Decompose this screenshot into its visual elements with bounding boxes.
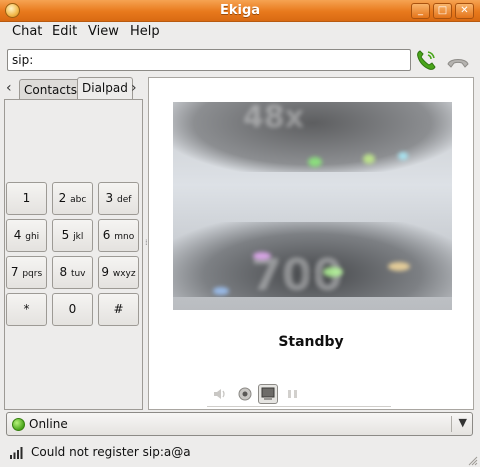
phone-hangup-icon[interactable] xyxy=(446,50,470,72)
dialpad-key-1[interactable]: 1 xyxy=(6,182,47,215)
video-panel: 48x 700 Standby xyxy=(148,77,474,410)
dialpad-key-9[interactable]: 9 wxyz xyxy=(98,256,139,289)
online-status-icon xyxy=(12,418,25,431)
roster-tabs: ‹ Contacts Dialpad › xyxy=(3,77,145,100)
title-bar[interactable]: Ekiga _ □ ✕ xyxy=(0,0,480,22)
chevron-down-icon: ▼ xyxy=(458,416,467,429)
hold-call-icon[interactable] xyxy=(283,384,303,404)
menu-edit[interactable]: Edit xyxy=(52,24,77,39)
dialpad-key-4[interactable]: 4 ghi xyxy=(6,219,47,252)
audio-settings-icon[interactable] xyxy=(211,384,231,404)
menu-chat[interactable]: Chat xyxy=(12,24,42,39)
window-title: Ekiga xyxy=(219,3,261,18)
presence-label: Online xyxy=(29,417,68,431)
dialpad-key-3[interactable]: 3 def xyxy=(98,182,139,215)
dialpad-key-5[interactable]: 5 jkl xyxy=(52,219,93,252)
dialpad-key-hash[interactable]: # xyxy=(98,293,139,326)
dialpad-key-8[interactable]: 8 tuv xyxy=(52,256,93,289)
tab-next-arrow[interactable]: › xyxy=(131,80,143,96)
dialpad-key-7[interactable]: 7 pqrs xyxy=(6,256,47,289)
sip-url-input[interactable] xyxy=(7,49,411,71)
menu-help[interactable]: Help xyxy=(130,24,160,39)
status-bar: Could not register sip:a@a xyxy=(0,440,480,467)
maximize-button[interactable]: □ xyxy=(433,3,452,19)
close-button[interactable]: ✕ xyxy=(455,3,474,19)
dialpad-key-0[interactable]: 0 xyxy=(52,293,93,326)
dialpad-key-star[interactable]: * xyxy=(6,293,47,326)
presence-selector[interactable]: Online ▼ xyxy=(6,412,473,436)
dialpad-panel: 1 2 abc 3 def 4 ghi 5 jkl 6 mno 7 pqrs 8… xyxy=(4,99,143,410)
minimize-button[interactable]: _ xyxy=(411,3,430,19)
tab-contacts[interactable]: Contacts xyxy=(19,79,82,100)
video-toggle-icon[interactable] xyxy=(258,384,278,404)
dialpad-key-2[interactable]: 2 abc xyxy=(52,182,93,215)
tab-dialpad[interactable]: Dialpad xyxy=(77,77,133,100)
video-settings-icon[interactable] xyxy=(235,384,255,404)
tab-prev-arrow[interactable]: ‹ xyxy=(6,80,18,96)
menu-bar: Chat Edit View Help xyxy=(0,22,480,42)
status-message: Could not register sip:a@a xyxy=(31,445,191,459)
dialpad-key-6[interactable]: 6 mno xyxy=(98,219,139,252)
phone-call-icon[interactable] xyxy=(414,48,438,72)
resize-grip[interactable] xyxy=(468,455,478,466)
signal-strength-icon xyxy=(9,445,25,460)
menu-view[interactable]: View xyxy=(88,24,119,39)
video-preview: 48x 700 xyxy=(173,102,452,310)
call-status-label: Standby xyxy=(278,334,344,350)
